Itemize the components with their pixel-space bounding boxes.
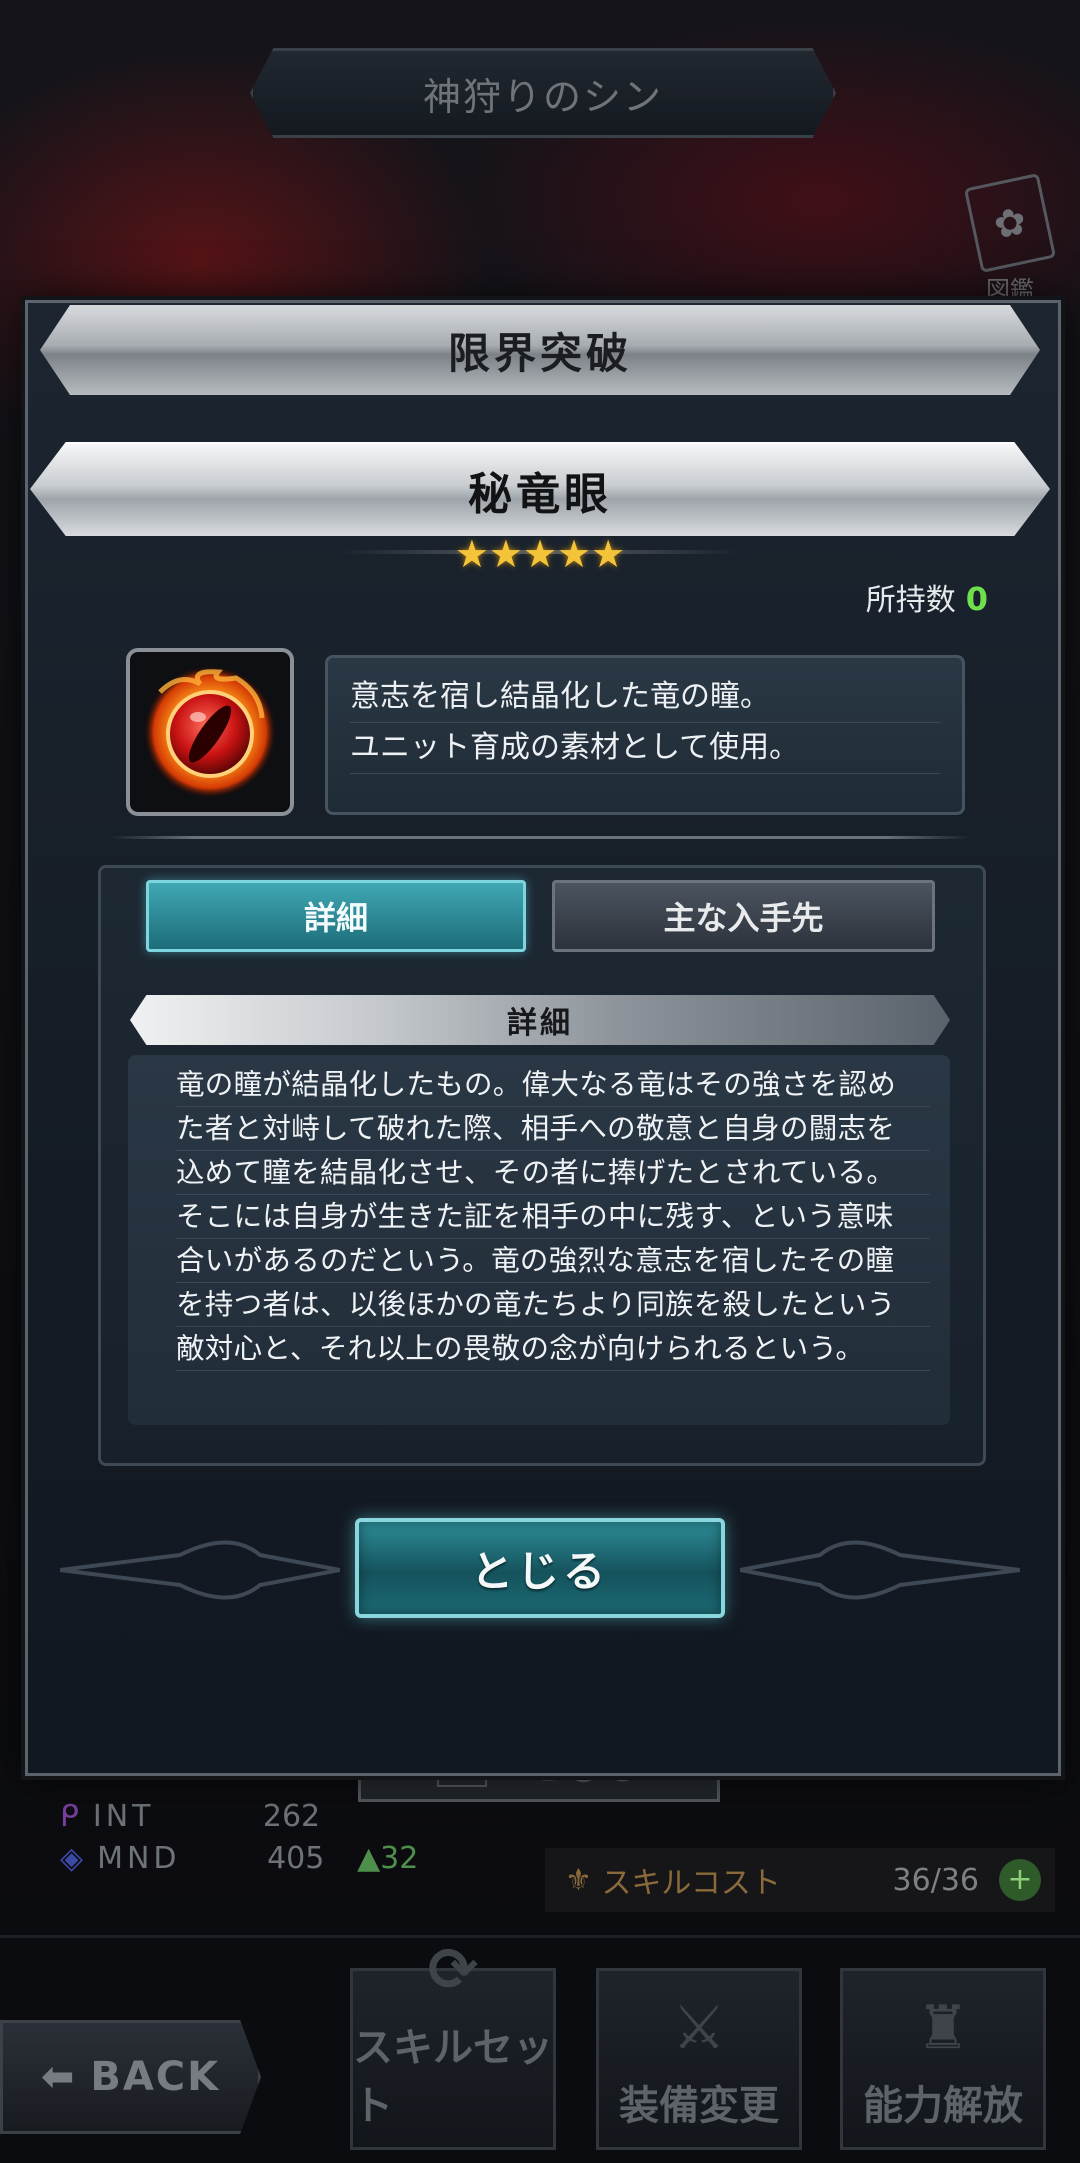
detail-line: そこには自身が生きた証を相手の中に残す、という意味 xyxy=(176,1195,930,1239)
detail-line: 竜の瞳が結晶化したもの。偉大なる竜はその強さを認め xyxy=(176,1063,930,1107)
detail-section-header: 詳細 xyxy=(130,995,950,1045)
owned-value: 0 xyxy=(965,580,988,618)
detail-line: 込めて瞳を結晶化させ、その者に捧げたとされている。 xyxy=(176,1151,930,1195)
description-line: 意志を宿し結晶化した竜の瞳。 xyxy=(350,672,940,723)
back-arrow-icon: ⬅ xyxy=(40,2054,77,2100)
dialog-title: 限界突破 xyxy=(447,328,632,378)
skill-cost-icon: ⚜ xyxy=(565,1862,602,1898)
encyclopedia-button[interactable]: ✿ 図鑑 xyxy=(963,173,1057,304)
stat-value: 405 xyxy=(267,1840,325,1876)
character-title: 神狩りのシン xyxy=(422,74,663,119)
owned-label: 所持数 xyxy=(865,583,956,618)
equipment-icon: ⚔ xyxy=(672,1993,726,2063)
back-button[interactable]: ⬅ BACK xyxy=(0,2020,261,2134)
stat-row-mnd: ◈ MND 405 ▲32 xyxy=(60,1837,418,1879)
detail-line: 敵対心と、それ以上の畏敬の念が向けられるという。 xyxy=(176,1327,930,1371)
detail-line: 合いがあるのだという。竜の強烈な意志を宿したその瞳 xyxy=(176,1239,930,1283)
ability-release-button[interactable]: ♜ 能力解放 xyxy=(840,1968,1046,2150)
rarity-stars: ★★★★★ xyxy=(454,532,626,576)
description-line: ユニット育成の素材として使用。 xyxy=(350,723,940,774)
skill-cost-bar: ⚜ スキルコスト 36/36 + xyxy=(545,1848,1055,1912)
stat-list: ᑭ INT 262 ◈ MND 405 ▲32 xyxy=(60,1795,418,1879)
left-ornament xyxy=(60,1540,340,1600)
stat-value: 262 xyxy=(262,1798,321,1834)
item-icon-frame xyxy=(126,648,294,816)
item-name-banner: 秘竜眼 xyxy=(30,442,1050,536)
item-description: 意志を宿し結晶化した竜の瞳。 ユニット育成の素材として使用。 xyxy=(325,655,965,815)
int-icon: ᑭ xyxy=(60,1798,79,1834)
tab-detail[interactable]: 詳細 xyxy=(146,880,526,952)
stat-key: MND xyxy=(97,1840,181,1876)
ability-icon: ♜ xyxy=(916,1993,970,2063)
add-skill-cost-button[interactable]: + xyxy=(999,1859,1041,1901)
detail-line: を持つ者は、以後ほかの竜たちより同族を殺したという xyxy=(176,1283,930,1327)
mnd-icon: ◈ xyxy=(60,1840,84,1876)
dragon-eye-icon xyxy=(144,666,276,798)
close-button[interactable]: とじる xyxy=(355,1518,725,1618)
book-icon: ✿ xyxy=(963,173,1057,273)
detail-line: た者と対峙して破れた際、相手への敬意と自身の闘志を xyxy=(176,1107,930,1151)
right-ornament xyxy=(740,1540,1020,1600)
detail-section-title: 詳細 xyxy=(507,1006,573,1041)
menu-label: 装備変更 xyxy=(619,2083,779,2129)
detail-text: 竜の瞳が結晶化したもの。偉大なる竜はその強さを認め た者と対峙して破れた際、相手… xyxy=(128,1055,950,1425)
stat-delta: ▲32 xyxy=(357,1840,419,1876)
menu-label: 能力解放 xyxy=(863,2083,1023,2129)
tab-main-sources[interactable]: 主な入手先 xyxy=(552,880,935,952)
menu-label: スキルセット xyxy=(353,2025,553,2129)
equipment-change-button[interactable]: ⚔ 装備変更 xyxy=(596,1968,802,2150)
skill-set-button[interactable]: ⟳ スキルセット xyxy=(350,1935,556,2150)
divider xyxy=(110,836,970,839)
skill-set-icon: ⟳ xyxy=(427,1935,479,2005)
item-name: 秘竜眼 xyxy=(468,469,612,520)
character-title-banner: 神狩りのシン xyxy=(250,48,836,138)
stat-key: INT xyxy=(92,1798,155,1834)
skill-cost-label: スキルコスト xyxy=(601,1866,781,1901)
owned-count: 所持数 0 xyxy=(866,575,988,619)
back-label: BACK xyxy=(90,2054,221,2100)
dialog-header: 限界突破 xyxy=(40,305,1040,395)
skill-cost-value: 36/36 xyxy=(892,1862,979,1898)
